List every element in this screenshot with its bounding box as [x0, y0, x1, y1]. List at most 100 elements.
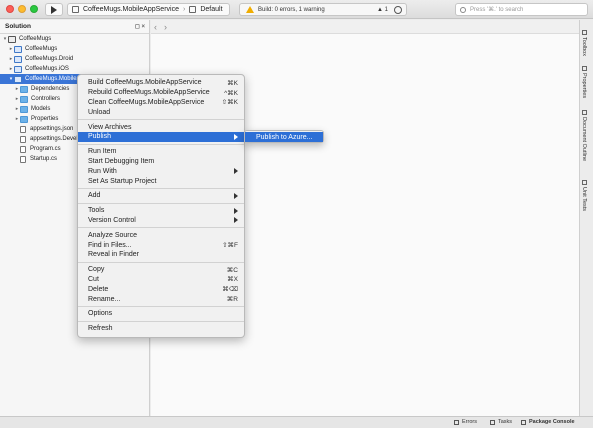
menu-item-label: Delete: [88, 285, 109, 293]
menu-item-rename[interactable]: Rename... ⌘R: [78, 294, 244, 304]
menu-item-shortcut: ⌘X: [227, 276, 238, 284]
menu-item-label: Options: [88, 310, 113, 318]
package-console-button[interactable]: Package Console: [521, 419, 575, 425]
package-console-icon: [521, 419, 526, 425]
unit-tests-pad-tab[interactable]: Unit Tests: [581, 180, 587, 211]
unit-tests-icon: [581, 180, 587, 185]
tasks-icon: [490, 419, 495, 425]
tree-item-label: appsettings.json: [30, 126, 74, 132]
solution-pad-title: Solution: [5, 23, 31, 30]
menu-separator: [78, 202, 244, 204]
tree-item-label: Startup.cs: [30, 156, 58, 162]
title-bar: CoffeeMugs.MobileAppService › Default Bu…: [0, 0, 593, 19]
close-window-button[interactable]: [6, 5, 14, 13]
folder-icon: [20, 85, 28, 93]
minimize-window-button[interactable]: [18, 5, 26, 13]
folder-icon: [20, 95, 28, 103]
menu-item-label: Add: [88, 192, 101, 200]
tree-item-label: Controllers: [31, 96, 61, 102]
menu-item-delete[interactable]: Delete ⌘⌫: [78, 284, 244, 294]
tree-item[interactable]: ▾ CoffeeMugs: [0, 34, 149, 44]
properties-label: Properties: [581, 73, 587, 99]
submenu-arrow-icon: [234, 168, 238, 175]
menu-item-label: Build CoffeeMugs.MobileAppService: [88, 79, 202, 87]
project-name: CoffeeMugs.MobileAppService: [83, 6, 179, 13]
project-icon: [14, 75, 22, 83]
menu-item-label: View Archives: [88, 123, 132, 131]
toolbox-pad-tab[interactable]: Toolbox: [581, 30, 587, 56]
search-input[interactable]: Press '⌘.' to search: [455, 3, 588, 16]
publish-to-azure-label: Publish to Azure...: [256, 133, 313, 141]
publish-to-azure-menu-item[interactable]: Publish to Azure...: [245, 132, 323, 142]
run-configuration-selector[interactable]: CoffeeMugs.MobileAppService › Default: [67, 3, 230, 16]
menu-item-copy[interactable]: Copy ⌘C: [78, 265, 244, 275]
project-icon: [72, 6, 79, 13]
menu-item-options[interactable]: Options: [78, 309, 244, 319]
menu-item-label: Run Item: [88, 148, 117, 156]
menu-item-add[interactable]: Add: [78, 191, 244, 201]
project-icon: [14, 65, 22, 73]
tree-item-label: Program.cs: [30, 146, 61, 152]
menu-item-label: Publish: [88, 133, 111, 141]
menu-item-rebuild-coffeemugs-mobileappservice[interactable]: Rebuild CoffeeMugs.MobileAppService ^⌘K: [78, 88, 244, 98]
menu-item-find-in-files[interactable]: Find in Files... ⇧⌘F: [78, 240, 244, 250]
menu-separator: [78, 143, 244, 145]
errors-pad-button[interactable]: Errors: [454, 419, 477, 425]
menu-item-label: Tools: [88, 207, 105, 215]
tree-item[interactable]: ▸ CoffeeMugs.Droid: [0, 54, 149, 64]
nav-back-icon[interactable]: ‹: [154, 22, 164, 32]
menu-item-analyze-source[interactable]: Analyze Source: [78, 230, 244, 240]
clock-icon[interactable]: [394, 6, 402, 14]
package-console-label: Package Console: [529, 419, 575, 425]
tree-item-label: CoffeeMugs.iOS: [25, 66, 69, 72]
properties-icon: [581, 66, 587, 71]
toolbox-label: Toolbox: [581, 37, 587, 56]
status-bar: Errors Tasks Package Console: [0, 416, 593, 428]
menu-item-reveal-in-finder[interactable]: Reveal in Finder: [78, 250, 244, 260]
right-pad-bar: Toolbox Properties Document Outline Unit…: [579, 20, 593, 416]
toolbox-icon: [581, 30, 587, 35]
tree-item[interactable]: ▸ CoffeeMugs: [0, 44, 149, 54]
menu-item-view-archives[interactable]: View Archives: [78, 122, 244, 132]
menu-item-start-debugging-item[interactable]: Start Debugging Item: [78, 157, 244, 167]
menu-item-shortcut: ⇧⌘F: [222, 242, 238, 250]
menu-item-clean-coffeemugs-mobileappservice[interactable]: Clean CoffeeMugs.MobileAppService ⇧⌘K: [78, 98, 244, 108]
tree-item-label: Dependencies: [31, 86, 70, 92]
tasks-pad-button[interactable]: Tasks: [490, 419, 512, 425]
pad-controls[interactable]: ◻ ×: [135, 23, 145, 30]
menu-item-run-with[interactable]: Run With: [78, 166, 244, 176]
menu-item-build-coffeemugs-mobileappservice[interactable]: Build CoffeeMugs.MobileAppService ⌘K: [78, 78, 244, 88]
menu-item-label: Run With: [88, 167, 117, 175]
build-status-text: Build: 0 errors, 1 warning: [258, 6, 325, 13]
tree-item[interactable]: ▸ CoffeeMugs.iOS: [0, 64, 149, 74]
warning-icon: [246, 6, 254, 13]
menu-separator: [78, 261, 244, 263]
context-menu: Build CoffeeMugs.MobileAppService ⌘K Rebui…: [77, 74, 245, 338]
publish-submenu: Publish to Azure...: [244, 130, 324, 143]
menu-item-tools[interactable]: Tools: [78, 206, 244, 216]
nav-forward-icon[interactable]: ›: [164, 22, 174, 32]
menu-separator: [78, 119, 244, 121]
properties-pad-tab[interactable]: Properties: [581, 66, 587, 98]
menu-item-unload[interactable]: Unload: [78, 107, 244, 117]
menu-item-publish[interactable]: Publish: [78, 131, 244, 142]
document-outline-pad-tab[interactable]: Document Outline: [581, 110, 587, 161]
run-button[interactable]: [45, 3, 63, 16]
build-status[interactable]: Build: 0 errors, 1 warning ▲ 1: [239, 3, 407, 16]
menu-item-version-control[interactable]: Version Control: [78, 216, 244, 226]
menu-item-label: Rename...: [88, 295, 121, 303]
menu-item-label: Analyze Source: [88, 231, 138, 239]
menu-item-shortcut: ⌘K: [227, 79, 238, 87]
menu-item-run-item[interactable]: Run Item: [78, 147, 244, 157]
project-icon: [14, 45, 22, 53]
menu-item-refresh[interactable]: Refresh: [78, 324, 244, 334]
zoom-window-button[interactable]: [30, 5, 38, 13]
tasks-label: Tasks: [498, 419, 513, 425]
menu-item-cut[interactable]: Cut ⌘X: [78, 275, 244, 285]
menu-item-label: Find in Files...: [88, 241, 132, 249]
menu-item-label: Copy: [88, 266, 105, 274]
menu-item-shortcut: ^⌘K: [224, 89, 238, 97]
menu-item-set-as-startup-project[interactable]: Set As Startup Project: [78, 176, 244, 186]
solution-pad-header: Solution ◻ ×: [0, 20, 149, 34]
tree-item-label: Models: [31, 106, 51, 112]
